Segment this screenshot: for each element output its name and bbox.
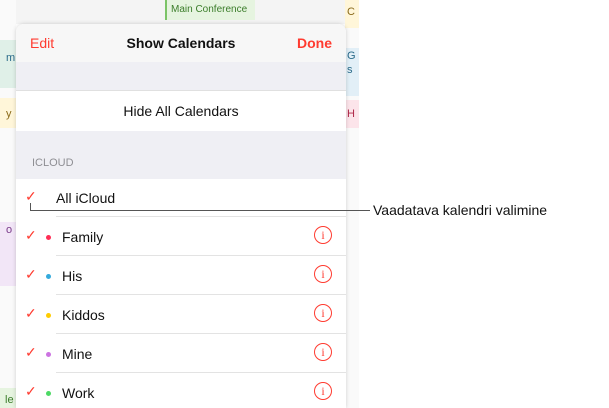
fragment-le: le	[5, 394, 14, 406]
calendar-row-mine[interactable]: ✓ Mine i	[16, 335, 346, 373]
info-icon[interactable]: i	[314, 382, 332, 400]
calendar-row-his[interactable]: ✓ His i	[16, 257, 346, 295]
section-spacer-icloud	[16, 131, 346, 179]
row-divider	[56, 294, 346, 295]
info-icon[interactable]: i	[314, 226, 332, 244]
section-header-icloud: ICLOUD	[32, 157, 74, 169]
hide-all-calendars-label: Hide All Calendars	[123, 103, 239, 119]
info-icon[interactable]: i	[314, 265, 332, 283]
calendar-label-his: His	[62, 268, 83, 284]
calendar-label-work: Work	[62, 385, 95, 401]
checkmark-icon: ✓	[25, 305, 37, 321]
calendar-color-dot-kiddos	[46, 313, 51, 318]
checkmark-icon: ✓	[25, 344, 37, 360]
fragment-c: C	[347, 6, 355, 18]
calendar-label-family: Family	[62, 229, 104, 245]
calendar-row-family[interactable]: ✓ Family i	[16, 218, 346, 256]
calendar-color-dot-family	[46, 235, 51, 240]
info-icon[interactable]: i	[314, 343, 332, 361]
calendar-row-work[interactable]: ✓ Work i	[16, 374, 346, 408]
fragment-o: o	[6, 224, 13, 236]
row-divider	[56, 333, 346, 334]
all-icloud-row[interactable]: ✓ All iCloud	[16, 179, 346, 217]
info-icon[interactable]: i	[314, 304, 332, 322]
row-divider	[56, 216, 346, 217]
all-icloud-label: All iCloud	[56, 190, 116, 206]
callout-label: Vaadatava kalendri valimine	[373, 202, 548, 218]
callout-leader-line	[30, 210, 370, 211]
checkmark-icon: ✓	[25, 383, 37, 399]
row-divider	[56, 255, 346, 256]
fragment-y: y	[6, 108, 12, 120]
calendar-color-dot-work	[46, 391, 51, 396]
hide-all-calendars-button[interactable]: Hide All Calendars	[16, 90, 346, 132]
fragment-h: H	[347, 108, 355, 120]
event-block-left-green	[0, 40, 16, 88]
row-divider	[56, 372, 346, 373]
popover-navbar: Edit Show Calendars Done	[16, 24, 346, 62]
section-spacer-top	[16, 62, 346, 90]
done-button[interactable]: Done	[297, 35, 332, 51]
calendar-label-mine: Mine	[62, 346, 93, 362]
fragment-s: s	[347, 64, 353, 76]
calendar-label-kiddos: Kiddos	[62, 307, 105, 323]
event-label-main-conference: Main Conference	[171, 4, 248, 15]
checkmark-icon: ✓	[25, 227, 37, 243]
fragment-g: G	[347, 50, 356, 62]
calendar-color-dot-his	[46, 274, 51, 279]
show-calendars-popover: Edit Show Calendars Done Hide All Calend…	[16, 24, 346, 408]
calendar-color-dot-mine	[46, 352, 51, 357]
calendar-row-kiddos[interactable]: ✓ Kiddos i	[16, 296, 346, 334]
event-block-main-conference[interactable]: Main Conference	[165, 0, 255, 20]
checkmark-icon: ✓	[25, 266, 37, 282]
fragment-m: m	[6, 52, 16, 64]
